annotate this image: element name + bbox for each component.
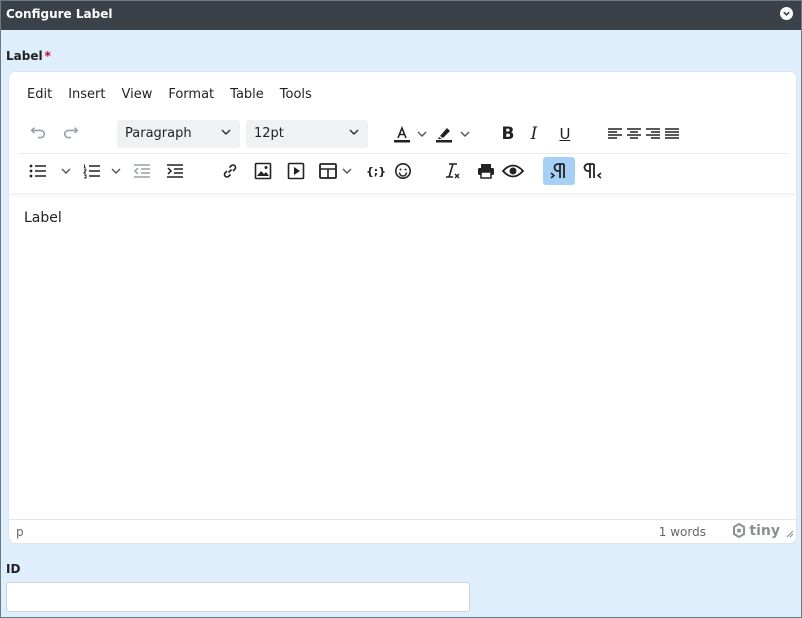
rtl-direction-icon[interactable] (581, 160, 605, 182)
chevron-down-icon (348, 126, 360, 142)
image-icon[interactable] (252, 160, 274, 182)
align-justify-icon[interactable] (663, 123, 681, 145)
text-color-icon[interactable] (391, 123, 413, 145)
tiny-logo[interactable]: tiny (731, 523, 780, 539)
italic-icon[interactable]: I (524, 123, 544, 145)
id-input[interactable] (6, 582, 470, 612)
toolbar-row-insert: {;} (19, 153, 789, 187)
configure-label-panel: Configure Label Label * Edit Insert View … (0, 0, 802, 618)
underline-icon[interactable]: U (555, 123, 575, 145)
element-path[interactable]: p (16, 525, 24, 539)
code-sample-icon[interactable]: {;} (364, 160, 388, 182)
rich-text-editor: Edit Insert View Format Table Tools Para… (8, 71, 797, 544)
toolbar-row-formatting: Paragraph 12pt B I U (27, 120, 787, 148)
align-right-icon[interactable] (644, 123, 662, 145)
chevron-down-icon[interactable] (415, 123, 429, 145)
link-icon[interactable] (219, 160, 241, 182)
label-field-label: Label * (6, 49, 51, 63)
block-format-value: Paragraph (125, 126, 192, 141)
outdent-icon[interactable] (131, 160, 153, 182)
chevron-down-icon[interactable] (109, 160, 123, 182)
undo-icon[interactable] (27, 123, 49, 145)
resize-handle-icon[interactable] (785, 527, 794, 541)
chevron-down-icon[interactable] (59, 160, 73, 182)
collapse-chevron-icon[interactable] (780, 7, 793, 20)
required-mark: * (44, 49, 51, 63)
editor-menubar: Edit Insert View Format Table Tools (27, 87, 320, 102)
clear-formatting-icon[interactable] (441, 160, 463, 182)
block-format-select[interactable]: Paragraph (117, 120, 240, 148)
redo-icon[interactable] (60, 123, 82, 145)
emoji-icon[interactable] (392, 160, 414, 182)
editor-content[interactable]: Label (24, 210, 62, 226)
panel-titlebar: Configure Label (1, 1, 801, 30)
menu-table[interactable]: Table (222, 87, 272, 102)
font-size-value: 12pt (254, 126, 284, 141)
chevron-down-icon[interactable] (340, 160, 354, 182)
word-count[interactable]: 1 words (659, 525, 706, 539)
indent-icon[interactable] (164, 160, 186, 182)
menu-insert[interactable]: Insert (60, 87, 113, 102)
menu-view[interactable]: View (113, 87, 160, 102)
print-icon[interactable] (475, 160, 497, 182)
media-icon[interactable] (285, 160, 307, 182)
menu-tools[interactable]: Tools (272, 87, 320, 102)
editor-statusbar: p 1 words tiny (9, 519, 796, 543)
chevron-down-icon[interactable] (458, 123, 472, 145)
brand-text: tiny (749, 523, 780, 539)
editor-header: Edit Insert View Format Table Tools Para… (9, 72, 796, 193)
align-left-icon[interactable] (606, 123, 624, 145)
bullet-list-icon[interactable] (27, 160, 49, 182)
chevron-down-icon (220, 126, 232, 142)
font-size-select[interactable]: 12pt (246, 120, 368, 148)
preview-eye-icon[interactable] (501, 160, 525, 182)
menu-format[interactable]: Format (160, 87, 222, 102)
table-icon[interactable] (317, 160, 339, 182)
label-field-text: Label (6, 49, 43, 63)
panel-title: Configure Label (6, 7, 113, 21)
ltr-direction-icon[interactable] (543, 157, 575, 185)
bold-icon[interactable]: B (498, 123, 518, 145)
align-center-icon[interactable] (625, 123, 643, 145)
id-field-label: ID (6, 562, 21, 576)
numbered-list-icon[interactable] (81, 160, 103, 182)
highlight-color-icon[interactable] (433, 123, 455, 145)
menu-edit[interactable]: Edit (27, 87, 60, 102)
